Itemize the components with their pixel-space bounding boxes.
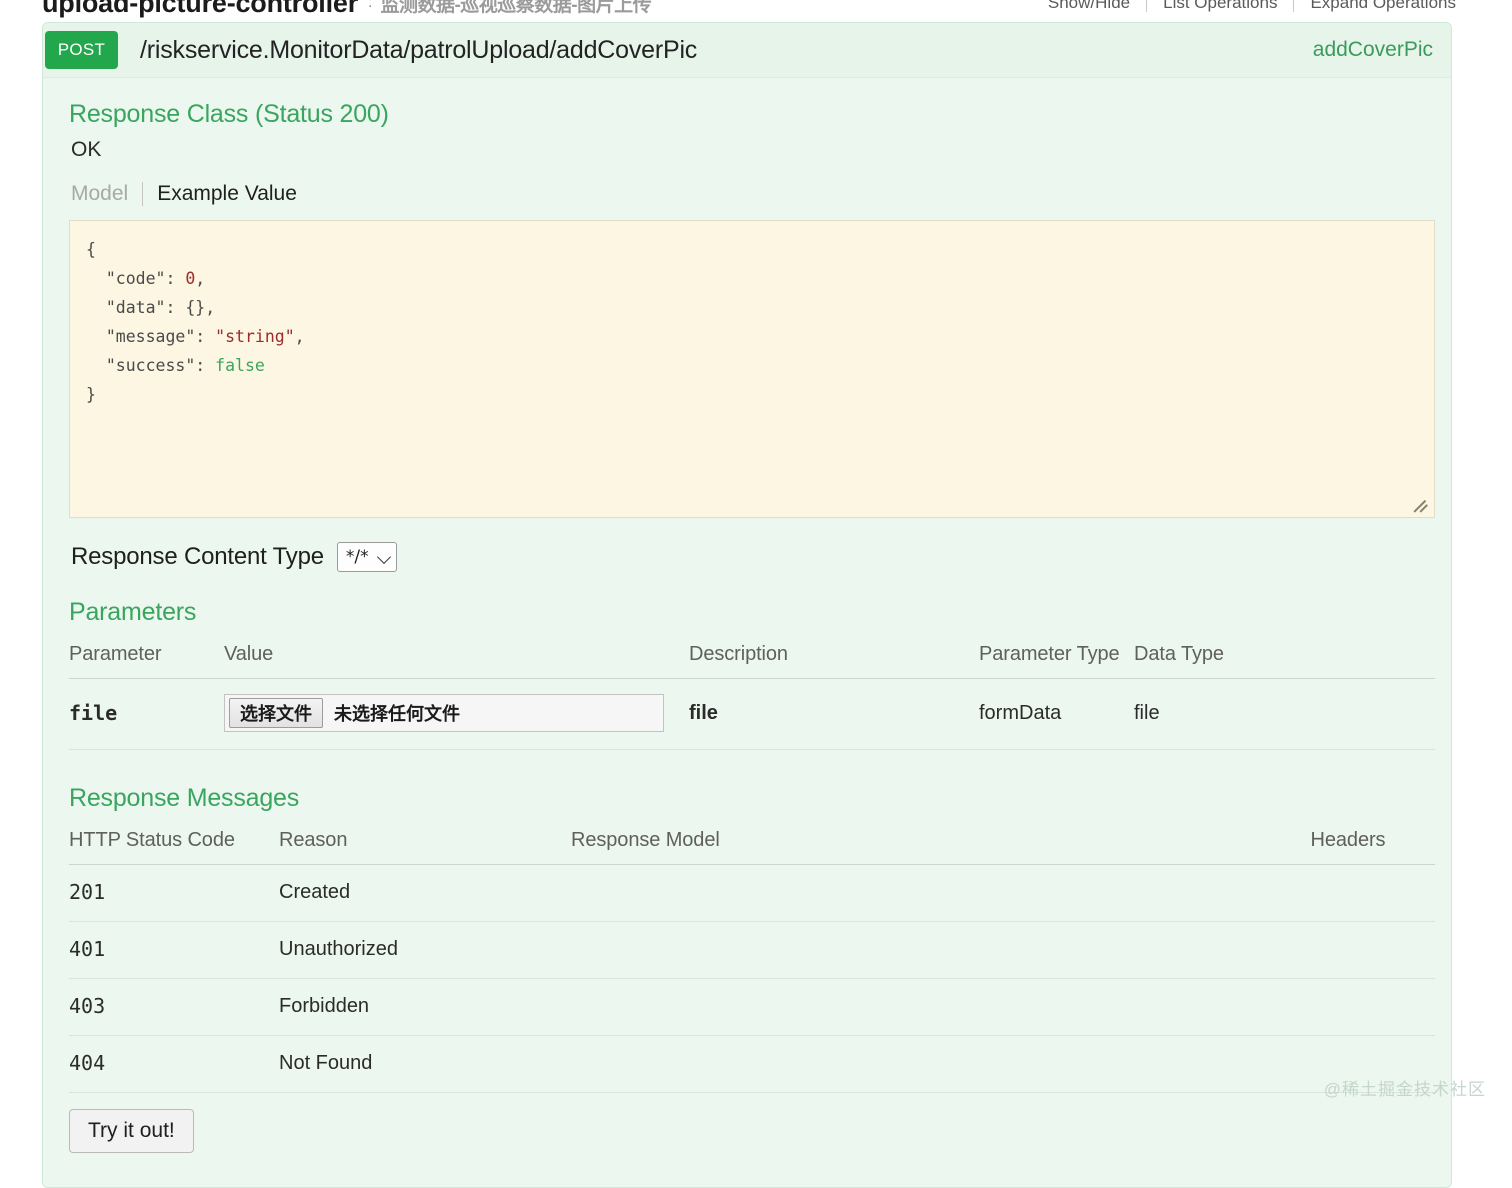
tab-example-value[interactable]: Example Value [143,182,297,206]
chevron-down-icon [376,549,391,565]
tab-model[interactable]: Model [71,182,142,206]
operation-heading[interactable]: POST /riskservice.MonitorData/patrolUplo… [43,23,1451,78]
response-messages-heading: Response Messages [69,784,300,812]
response-status-text: OK [71,138,102,161]
status-code: 404 [69,1035,279,1093]
json-comma: , [195,269,206,288]
json-value-data: {} [185,298,206,317]
response-messages-table: HTTP Status Code Reason Response Model H… [69,823,1435,1093]
parameter-data-type: file [1134,678,1435,750]
json-close-brace: } [86,385,96,404]
col-parameter-type: Parameter Type [979,637,1134,679]
col-response-model: Response Model [571,823,1261,865]
resize-handle-icon[interactable] [1413,496,1431,514]
parameter-value-cell: 选择文件 未选择任何文件 [224,678,689,750]
json-comma: , [205,298,216,317]
resource-description: 监测数据-巡视巡察数据-图片上传 [380,0,652,16]
json-value-success: false [215,356,265,375]
json-key-code: "code" [105,269,166,288]
json-value-code: 0 [185,269,196,288]
response-class-heading: Response Class (Status 200) [69,100,389,128]
choose-file-button[interactable]: 选择文件 [229,698,323,728]
json-open-brace: { [86,240,96,259]
resource-title-separator: : [368,0,373,11]
status-code: 201 [69,864,279,922]
status-reason: Forbidden [279,978,571,1036]
json-value-message: "string" [215,327,295,346]
http-method-badge: POST [45,31,118,69]
parameter-description: file [689,678,979,750]
table-row: 201 Created [69,864,1435,922]
resource-header: upload-picture-controller : 监测数据-巡视巡察数据-… [0,0,1512,20]
model-example-tabs: Model Example Value [71,182,1425,206]
resource-operations-links: Show/Hide List Operations Expand Operati… [1032,0,1472,13]
parameter-type: formData [979,678,1134,750]
operation-body: Response Class (Status 200) OK Model Exa… [43,78,1451,1187]
file-status-text: 未选择任何文件 [334,704,460,725]
col-data-type: Data Type [1134,637,1435,679]
expand-operations-link[interactable]: Expand Operations [1294,0,1472,13]
operation-path[interactable]: /riskservice.MonitorData/patrolUpload/ad… [140,36,697,65]
operation-panel: POST /riskservice.MonitorData/patrolUplo… [42,22,1452,1188]
col-headers: Headers [1261,823,1435,865]
table-row: 403 Forbidden [69,978,1435,1036]
resource-title: upload-picture-controller [42,0,359,18]
example-value-code-box[interactable]: { "code": 0, "data": {}, "message": "str… [69,220,1435,518]
example-value-json: { "code": 0, "data": {}, "message": "str… [86,240,305,404]
parameters-table: Parameter Value Description Parameter Ty… [69,637,1435,750]
col-value: Value [224,637,689,679]
file-input[interactable]: 选择文件 未选择任何文件 [224,694,664,732]
col-description: Description [689,637,979,679]
response-content-type-select[interactable]: */* [336,542,397,572]
operation-nickname: addCoverPic [1312,38,1433,61]
status-code: 403 [69,978,279,1036]
response-content-type-value: */* [345,547,369,567]
table-header-row: HTTP Status Code Reason Response Model H… [69,823,1435,865]
parameters-heading: Parameters [69,598,197,626]
list-operations-link[interactable]: List Operations [1147,0,1293,13]
col-reason: Reason [279,823,571,865]
status-response-model [571,921,1261,979]
status-headers [1261,978,1435,1036]
status-response-model [571,864,1261,922]
status-reason: Not Found [279,1035,571,1093]
table-row: file 选择文件 未选择任何文件 file formData file [69,678,1435,750]
table-row: 404 Not Found [69,1035,1435,1093]
status-response-model [571,978,1261,1036]
col-parameter: Parameter [69,637,224,679]
json-key-message: "message" [105,327,196,346]
status-reason: Created [279,864,571,922]
swagger-page: upload-picture-controller : 监测数据-巡视巡察数据-… [0,0,1512,1188]
watermark: @稀土掘金技术社区 [1323,1080,1486,1099]
show-hide-link[interactable]: Show/Hide [1032,0,1146,13]
json-comma: , [294,327,305,346]
response-content-type-row: Response Content Type */* [71,542,1425,572]
table-row: 401 Unauthorized [69,921,1435,979]
status-headers [1261,864,1435,922]
json-key-data: "data" [105,298,166,317]
col-http-status-code: HTTP Status Code [69,823,279,865]
table-header-row: Parameter Value Description Parameter Ty… [69,637,1435,679]
status-reason: Unauthorized [279,921,571,979]
try-it-out-button[interactable]: Try it out! [69,1109,194,1153]
status-response-model [571,1035,1261,1093]
status-code: 401 [69,921,279,979]
parameter-name: file [69,678,224,750]
status-headers [1261,921,1435,979]
json-key-success: "success" [105,356,196,375]
response-content-type-label: Response Content Type [71,543,324,570]
